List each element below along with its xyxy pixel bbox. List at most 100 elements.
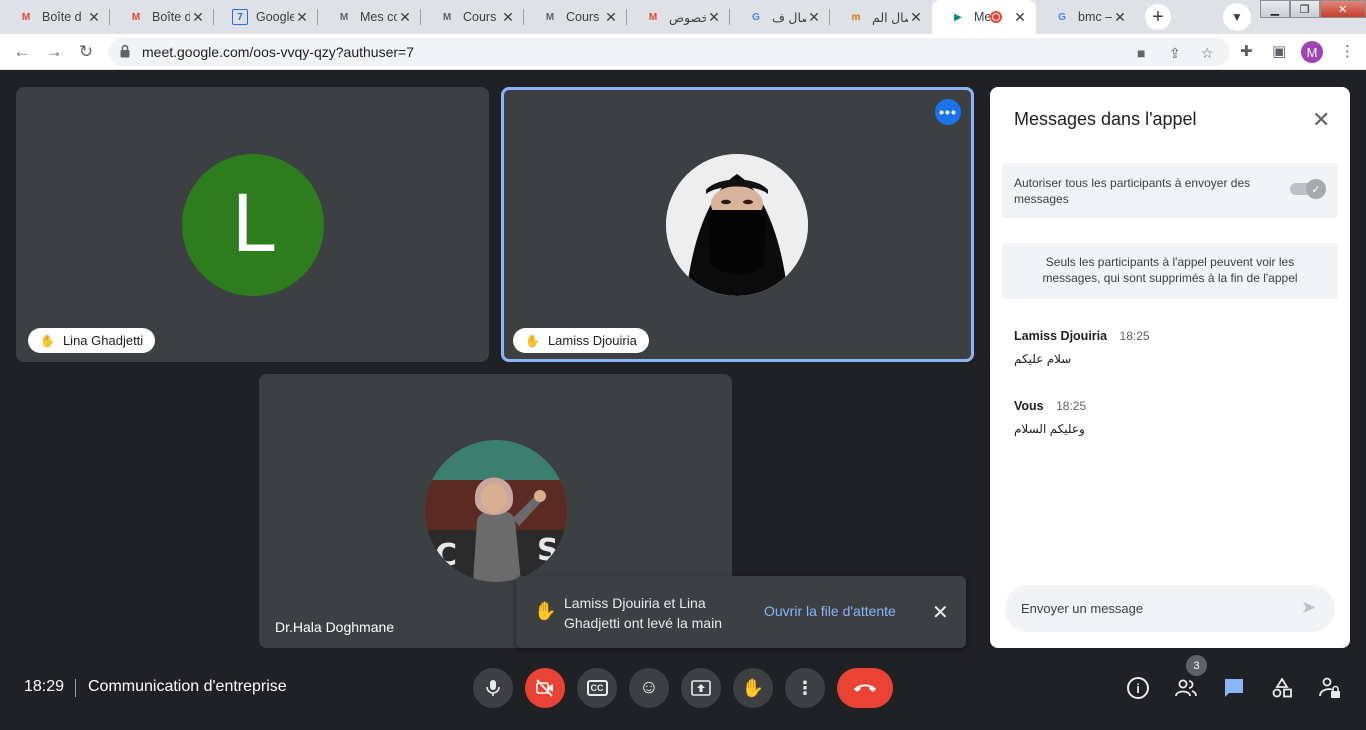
tab-title: bmc – <box>1078 10 1112 24</box>
arrow-right-icon: → <box>45 42 63 61</box>
browser-tab-active[interactable]: ▶ Me ✕ <box>932 0 1036 34</box>
browser-tab[interactable]: M Boîte d ✕ <box>0 0 110 34</box>
browser-tab[interactable]: G bmc – ✕ <box>1036 0 1136 34</box>
activities-icon <box>1272 678 1292 698</box>
participant-name-chip: ✋ Lamiss Djouiria <box>513 328 649 353</box>
host-controls-lock-icon <box>1319 677 1340 698</box>
camera-off-button[interactable] <box>525 668 565 708</box>
back-button[interactable]: ← <box>10 40 34 64</box>
close-icon[interactable]: ✕ <box>932 600 949 625</box>
minimize-button[interactable]: ▁ <box>1260 0 1290 18</box>
message-text: سلام عليكم <box>1014 352 1072 366</box>
forward-button[interactable]: → <box>42 40 66 64</box>
info-icon: i <box>1127 677 1149 699</box>
message-input[interactable] <box>1021 585 1291 632</box>
google-icon: G <box>752 11 760 23</box>
message-time: 18:25 <box>1119 329 1150 343</box>
close-tab-icon[interactable]: ✕ <box>908 9 924 26</box>
participant-name: Lina Ghadjetti <box>62 333 144 348</box>
close-tab-icon[interactable]: ✕ <box>294 9 310 26</box>
allow-messages-toggle[interactable]: ✓ <box>1290 179 1326 199</box>
gmail-icon: M <box>648 11 658 23</box>
activities-button[interactable] <box>1268 674 1296 702</box>
host-controls-button[interactable] <box>1316 674 1344 702</box>
chat-panel: Messages dans l'appel ✕ Autoriser tous l… <box>990 87 1350 648</box>
share-icon[interactable]: ⇪ <box>1169 45 1181 62</box>
meeting-title: Communication d'entreprise <box>88 678 287 695</box>
new-tab-button[interactable]: + <box>1145 4 1171 30</box>
present-screen-button[interactable] <box>681 668 721 708</box>
close-tab-icon[interactable]: ✕ <box>86 9 102 26</box>
browser-tab[interactable]: M Boîte d ✕ <box>110 0 214 34</box>
microphone-button[interactable] <box>473 668 513 708</box>
close-panel-icon[interactable]: ✕ <box>1312 107 1330 133</box>
side-panel-icon[interactable]: ▣ <box>1272 42 1286 60</box>
tab-title: Google <box>256 10 294 24</box>
leave-call-button[interactable] <box>837 668 893 708</box>
gmail-icon: M <box>131 11 141 23</box>
google-icon: G <box>1058 11 1066 23</box>
panel-title: Messages dans l'appel <box>1014 109 1197 129</box>
close-tab-icon[interactable]: ✕ <box>1012 9 1028 26</box>
extensions-icon[interactable]: ✚ <box>1240 42 1253 60</box>
more-options-button[interactable]: ⋮ <box>785 668 825 708</box>
close-tab-icon[interactable]: ✕ <box>1112 9 1128 26</box>
site-icon: m <box>851 11 861 23</box>
browser-tab[interactable]: M Cours : ✕ <box>421 0 524 34</box>
captions-button[interactable]: CC <box>577 668 617 708</box>
chat-button[interactable] <box>1220 674 1248 702</box>
tab-search-button[interactable]: ▼ <box>1223 3 1251 31</box>
browser-tab[interactable]: 7 Google ✕ <box>214 0 318 34</box>
camera-in-use-icon[interactable]: ■ <box>1137 45 1145 61</box>
raised-hand-icon: ✋ <box>40 333 55 348</box>
browser-tab[interactable]: G الاتصال ف ✕ <box>730 0 830 34</box>
tab-title: بخصوص <box>669 10 706 25</box>
browser-toolbar: ← → ↻ meet.google.com/oos-vvqy-qzy?authu… <box>0 34 1366 70</box>
bookmark-star-icon[interactable]: ☆ <box>1201 45 1214 62</box>
browser-tab[interactable]: m اتصال الم ✕ <box>830 0 932 34</box>
chat-message: Vous 18:25 وعليكم السلام <box>1014 397 1314 436</box>
close-tab-icon[interactable]: ✕ <box>190 9 206 26</box>
reload-icon: ↻ <box>78 42 94 61</box>
participant-tile-lamiss[interactable]: ••• ✋ Lamiss Djouiria <box>501 87 974 362</box>
more-options-button[interactable]: ••• <box>935 99 961 125</box>
browser-menu-icon[interactable]: ⋮ <box>1340 42 1355 60</box>
tab-title: Cours : <box>463 10 500 24</box>
more-vertical-icon: ⋮ <box>796 677 814 698</box>
close-tab-icon[interactable]: ✕ <box>706 9 722 26</box>
notification-message: Lamiss Djouiria et Lina Ghadjetti ont le… <box>564 595 722 631</box>
url-text: meet.google.com/oos-vvqy-qzy?authuser=7 <box>142 44 414 60</box>
emoji-icon: ☺ <box>639 677 659 698</box>
participant-tile-lina[interactable]: L ✋ Lina Ghadjetti <box>16 87 489 362</box>
avatar: L <box>182 154 324 296</box>
setting-label: Autoriser tous les participants à envoye… <box>1014 176 1251 206</box>
reactions-button[interactable]: ☺ <box>629 668 669 708</box>
message-sender: Vous <box>1014 399 1044 413</box>
browser-tab[interactable]: M بخصوص ✕ <box>627 0 730 34</box>
tab-title: Boîte d <box>152 10 190 24</box>
send-icon[interactable]: ➤ <box>1301 597 1316 618</box>
svg-text:S: S <box>537 533 559 568</box>
browser-tab[interactable]: M Mes co ✕ <box>318 0 421 34</box>
reload-button[interactable]: ↻ <box>74 40 98 64</box>
profile-avatar[interactable]: M <box>1301 41 1323 63</box>
close-tab-icon[interactable]: ✕ <box>806 9 822 26</box>
raise-hand-icon: ✋ <box>741 677 765 698</box>
browser-tab[interactable]: M Cours : ✕ <box>524 0 627 34</box>
close-tab-icon[interactable]: ✕ <box>397 9 413 26</box>
maximize-button[interactable]: ❐ <box>1289 0 1320 18</box>
open-queue-link[interactable]: Ouvrir la file d'attente <box>764 603 896 619</box>
avatar <box>666 154 808 296</box>
address-bar[interactable]: meet.google.com/oos-vvqy-qzy?authuser=7 … <box>108 38 1230 66</box>
people-button[interactable] <box>1172 674 1200 702</box>
tab-title: Me <box>974 10 990 24</box>
arrow-left-icon: ← <box>13 42 31 61</box>
close-tab-icon[interactable]: ✕ <box>603 9 619 26</box>
moodle-icon: M <box>339 11 349 23</box>
raise-hand-button[interactable]: ✋ <box>733 668 773 708</box>
google-meet-icon: ▶ <box>954 11 962 23</box>
close-window-button[interactable]: ✕ <box>1319 0 1366 18</box>
tab-title: Boîte d <box>42 10 82 24</box>
meeting-details-button[interactable]: i <box>1124 674 1152 702</box>
close-tab-icon[interactable]: ✕ <box>500 9 516 26</box>
